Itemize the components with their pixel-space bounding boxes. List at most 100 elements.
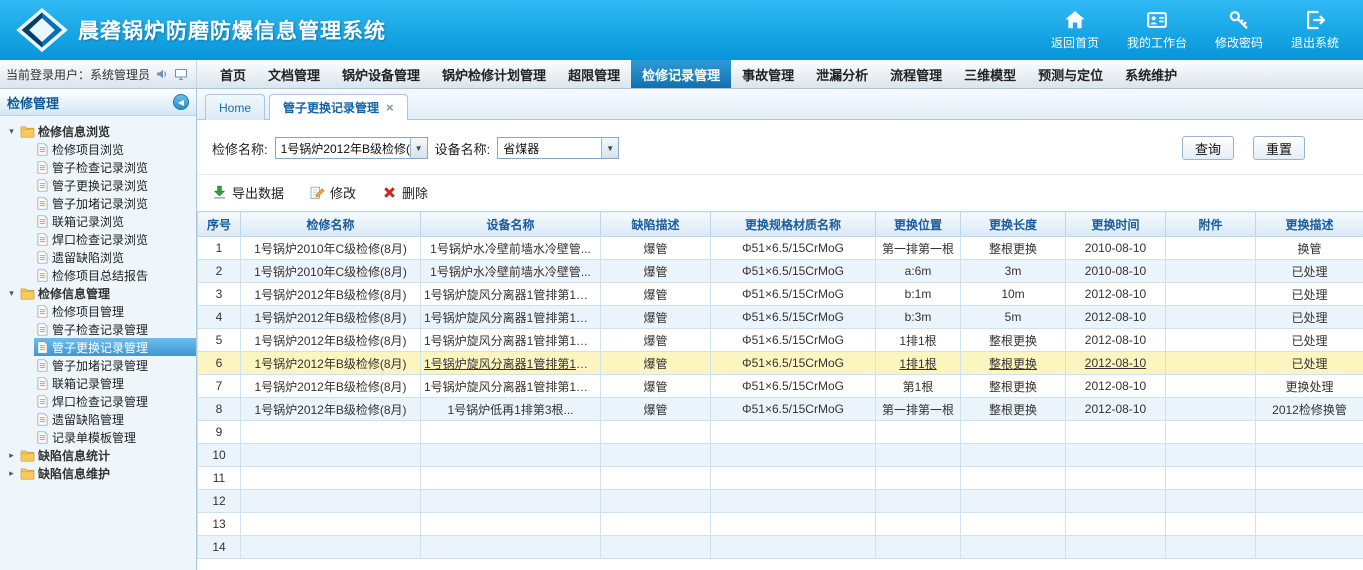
tree-item[interactable]: 管子更换记录浏览 bbox=[34, 176, 196, 194]
table-row[interactable]: 11号锅炉2010年C级检修(8月)1号锅炉水冷壁前墙水冷壁管...爆管Φ51×… bbox=[198, 237, 1363, 260]
sidebar: 检修管理 ◀ ▾检修信息浏览检修项目浏览管子检查记录浏览管子更换记录浏览管子加堵… bbox=[0, 89, 197, 570]
nav-item[interactable]: 文档管理 bbox=[257, 60, 331, 88]
tree-item[interactable]: 管子检查记录浏览 bbox=[34, 158, 196, 176]
column-header[interactable]: 设备名称 bbox=[421, 212, 601, 237]
table-row[interactable]: 31号锅炉2012年B级检修(8月)1号锅炉旋风分离器1管排第1根...爆管Φ5… bbox=[198, 283, 1363, 306]
tree-item[interactable]: 管子检查记录管理 bbox=[34, 320, 196, 338]
edit-button[interactable]: 修改 bbox=[310, 183, 356, 202]
current-user-bar: 当前登录用户：系统管理员 bbox=[0, 60, 197, 88]
tree-expanded-icon[interactable]: ▾ bbox=[6, 288, 17, 299]
table-row[interactable]: 51号锅炉2012年B级检修(8月)1号锅炉旋风分离器1管排第1根...爆管Φ5… bbox=[198, 329, 1363, 352]
document-icon bbox=[37, 143, 48, 156]
reset-button[interactable]: 重置 bbox=[1253, 136, 1305, 160]
document-icon bbox=[37, 341, 48, 354]
table-row[interactable]: 21号锅炉2010年C级检修(8月)1号锅炉水冷壁前墙水冷壁管...爆管Φ51×… bbox=[198, 260, 1363, 283]
logout-label: 退出系统 bbox=[1291, 34, 1339, 51]
tree-item[interactable]: 检修项目管理 bbox=[34, 302, 196, 320]
nav-item[interactable]: 锅炉设备管理 bbox=[331, 60, 431, 88]
column-header[interactable]: 序号 bbox=[198, 212, 241, 237]
tree-item[interactable]: 联箱记录浏览 bbox=[34, 212, 196, 230]
table-row-empty: 9 bbox=[198, 421, 1363, 444]
column-header[interactable]: 更换位置 bbox=[876, 212, 961, 237]
tree-item-label: 检修项目浏览 bbox=[52, 141, 124, 158]
sidebar-tree: ▾检修信息浏览检修项目浏览管子检查记录浏览管子更换记录浏览管子加堵记录浏览联箱记… bbox=[0, 116, 196, 570]
my-workspace-button[interactable]: 我的工作台 bbox=[1127, 9, 1187, 51]
sidebar-collapse-button[interactable]: ◀ bbox=[173, 94, 189, 110]
column-header[interactable]: 缺陷描述 bbox=[601, 212, 711, 237]
device-name-label: 设备名称: bbox=[435, 139, 491, 158]
change-password-button[interactable]: 修改密码 bbox=[1215, 9, 1263, 51]
nav-item[interactable]: 预测与定位 bbox=[1027, 60, 1114, 88]
tree-item[interactable]: 焊口检查记录浏览 bbox=[34, 230, 196, 248]
table-row[interactable]: 71号锅炉2012年B级检修(8月)1号锅炉旋风分离器1管排第1根...爆管Φ5… bbox=[198, 375, 1363, 398]
tab[interactable]: Home bbox=[205, 94, 265, 120]
navbar: 当前登录用户：系统管理员 首页文档管理锅炉设备管理锅炉检修计划管理超限管理检修记… bbox=[0, 60, 1363, 89]
document-icon bbox=[37, 377, 48, 390]
speaker-icon[interactable] bbox=[155, 67, 169, 81]
tree-item[interactable]: 联箱记录管理 bbox=[34, 374, 196, 392]
tab[interactable]: 管子更换记录管理× bbox=[269, 94, 408, 120]
nav-item[interactable]: 首页 bbox=[209, 60, 257, 88]
column-header[interactable]: 更换描述 bbox=[1256, 212, 1363, 237]
tree-item[interactable]: 管子加堵记录管理 bbox=[34, 356, 196, 374]
table-row[interactable]: 61号锅炉2012年B级检修(8月)1号锅炉旋风分离器1管排第1根...爆管Φ5… bbox=[198, 352, 1363, 375]
nav-item[interactable]: 流程管理 bbox=[879, 60, 953, 88]
tree-folder[interactable]: ▾检修信息浏览 bbox=[0, 122, 196, 140]
column-header[interactable]: 检修名称 bbox=[241, 212, 421, 237]
table-row-empty: 13 bbox=[198, 513, 1363, 536]
edit-pencil-icon bbox=[310, 185, 325, 200]
tree-item[interactable]: 管子更换记录管理 bbox=[34, 338, 196, 356]
tree-item[interactable]: 记录单模板管理 bbox=[34, 428, 196, 446]
tree-folder[interactable]: ▸ 缺陷信息统计 bbox=[0, 446, 196, 464]
monitor-icon[interactable] bbox=[174, 67, 188, 81]
tree-item[interactable]: 管子加堵记录浏览 bbox=[34, 194, 196, 212]
device-name-value: 省煤器 bbox=[503, 140, 601, 157]
tree-item[interactable]: 检修项目浏览 bbox=[34, 140, 196, 158]
tree-item[interactable]: 遗留缺陷浏览 bbox=[34, 248, 196, 266]
tree-collapsed-icon[interactable]: ▸ bbox=[6, 468, 17, 479]
document-icon bbox=[37, 323, 48, 336]
tree-item[interactable]: 焊口检查记录管理 bbox=[34, 392, 196, 410]
workspace-icon bbox=[1146, 9, 1168, 31]
filter-bar: 检修名称: 1号锅炉2012年B级检修(8月) ▼ 设备名称: 省煤器 ▼ 查询… bbox=[197, 120, 1363, 175]
column-header[interactable]: 更换长度 bbox=[961, 212, 1066, 237]
document-icon bbox=[37, 269, 48, 282]
tree-folder[interactable]: ▾检修信息管理 bbox=[0, 284, 196, 302]
delete-button[interactable]: 删除 bbox=[382, 183, 428, 202]
column-header[interactable]: 更换时间 bbox=[1066, 212, 1166, 237]
tree-item[interactable]: 遗留缺陷管理 bbox=[34, 410, 196, 428]
column-header[interactable]: 附件 bbox=[1166, 212, 1256, 237]
nav-item[interactable]: 超限管理 bbox=[557, 60, 631, 88]
document-icon bbox=[37, 395, 48, 408]
tree-folder-label: 缺陷信息统计 bbox=[38, 447, 110, 464]
content-area: 检修管理 ◀ ▾检修信息浏览检修项目浏览管子检查记录浏览管子更换记录浏览管子加堵… bbox=[0, 89, 1363, 570]
return-home-button[interactable]: 返回首页 bbox=[1051, 9, 1099, 51]
nav-item[interactable]: 检修记录管理 bbox=[631, 60, 731, 88]
repair-name-select[interactable]: 1号锅炉2012年B级检修(8月) ▼ bbox=[275, 137, 428, 159]
main-nav: 首页文档管理锅炉设备管理锅炉检修计划管理超限管理检修记录管理事故管理泄漏分析流程… bbox=[209, 60, 1188, 88]
tree-expanded-icon[interactable]: ▾ bbox=[6, 126, 17, 137]
document-icon bbox=[37, 233, 48, 246]
tree-item[interactable]: 检修项目总结报告 bbox=[34, 266, 196, 284]
nav-item[interactable]: 系统维护 bbox=[1114, 60, 1188, 88]
tree-collapsed-icon[interactable]: ▸ bbox=[6, 450, 17, 461]
nav-item[interactable]: 泄漏分析 bbox=[805, 60, 879, 88]
table-row[interactable]: 81号锅炉2012年B级检修(8月)1号锅炉低再1排第3根...爆管Φ51×6.… bbox=[198, 398, 1363, 421]
column-header[interactable]: 更换规格材质名称 bbox=[711, 212, 876, 237]
app-window: 晨砻锅炉防磨防爆信息管理系统 返回首页我的工作台修改密码退出系统 当前登录用户：… bbox=[0, 0, 1363, 570]
app-logo-icon bbox=[14, 7, 70, 53]
document-icon bbox=[37, 431, 48, 444]
table-row-empty: 14 bbox=[198, 536, 1363, 559]
nav-item[interactable]: 锅炉检修计划管理 bbox=[431, 60, 557, 88]
nav-item[interactable]: 事故管理 bbox=[731, 60, 805, 88]
tab-label: Home bbox=[219, 101, 251, 115]
export-data-button[interactable]: 导出数据 bbox=[212, 183, 284, 202]
logout-button[interactable]: 退出系统 bbox=[1291, 9, 1339, 51]
table-row[interactable]: 41号锅炉2012年B级检修(8月)1号锅炉旋风分离器1管排第1根...爆管Φ5… bbox=[198, 306, 1363, 329]
device-name-select[interactable]: 省煤器 ▼ bbox=[497, 137, 619, 159]
tab-close-icon[interactable]: × bbox=[386, 101, 394, 114]
nav-item[interactable]: 三维模型 bbox=[953, 60, 1027, 88]
query-button[interactable]: 查询 bbox=[1182, 136, 1234, 160]
tree-item-label: 记录单模板管理 bbox=[52, 429, 136, 446]
tree-folder[interactable]: ▸缺陷信息维护 bbox=[0, 464, 196, 482]
